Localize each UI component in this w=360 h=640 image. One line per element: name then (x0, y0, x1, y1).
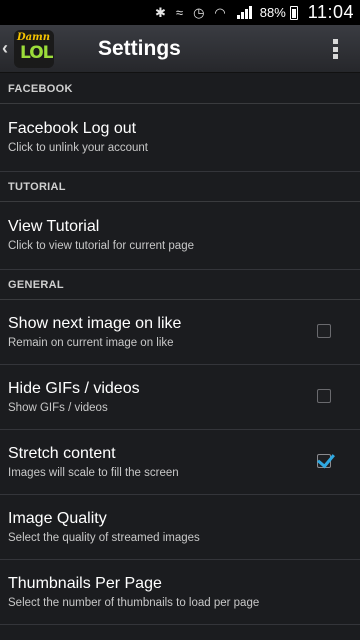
wifi-icon: ◠ (214, 4, 226, 20)
pref-summary: Select the quality of streamed images (8, 532, 200, 544)
overflow-menu-icon[interactable] (333, 39, 338, 59)
pref-summary: Select the number of thumbnails to load … (8, 597, 260, 609)
pref-summary: Images will scale to fill the screen (8, 467, 179, 479)
section-header-tutorial: TUTORIAL (0, 172, 360, 202)
back-caret-icon[interactable]: ‹ (2, 38, 14, 59)
section-header-facebook: FACEBOOK (0, 74, 360, 104)
logo-text-bottom: LOL (20, 42, 54, 63)
pref-view-tutorial[interactable]: View Tutorial Click to view tutorial for… (0, 202, 360, 270)
battery-icon (289, 5, 298, 20)
pref-title: Facebook Log out (8, 120, 137, 137)
pref-summary: Click to view tutorial for current page (8, 240, 194, 252)
pref-title: Hide GIFs / videos (8, 380, 140, 397)
signal-icon (236, 6, 252, 19)
clock: 11:04 (307, 2, 354, 22)
pref-hide-gifs[interactable]: Hide GIFs / videos Show GIFs / videos (0, 365, 360, 430)
bluetooth-icon: ✱ (155, 4, 166, 20)
battery-percentage: 88% (259, 5, 286, 20)
pref-thumbnails-per-page[interactable]: Thumbnails Per Page Select the number of… (0, 560, 360, 625)
settings-list: FACEBOOK Facebook Log out Click to unlin… (0, 74, 360, 625)
alarm-icon: ◷ (193, 4, 205, 20)
status-bar: ✱ ≈ ◷ ◠ 88% 11:04 (0, 0, 360, 25)
pref-summary: Show GIFs / videos (8, 402, 108, 414)
pref-show-next-image[interactable]: Show next image on like Remain on curren… (0, 300, 360, 365)
pref-title: Image Quality (8, 510, 107, 527)
pref-stretch-content[interactable]: Stretch content Images will scale to fil… (0, 430, 360, 495)
pref-title: View Tutorial (8, 218, 100, 235)
logo-text-top: Damn (17, 31, 51, 43)
app-logo[interactable]: Damn LOL (14, 29, 54, 68)
checkbox[interactable] (317, 449, 335, 469)
pref-title: Stretch content (8, 445, 116, 462)
page-title: Settings (98, 36, 181, 60)
pref-summary: Click to unlink your account (8, 142, 148, 154)
checkbox[interactable] (317, 389, 331, 403)
section-header-general: GENERAL (0, 270, 360, 300)
pref-facebook-logout[interactable]: Facebook Log out Click to unlink your ac… (0, 104, 360, 172)
pref-summary: Remain on current image on like (8, 337, 174, 349)
pref-title: Show next image on like (8, 315, 182, 332)
checkbox[interactable] (317, 324, 331, 338)
action-bar: ‹ Damn LOL Settings (0, 25, 360, 73)
vibrate-icon: ≈ (175, 5, 184, 20)
pref-title: Thumbnails Per Page (8, 575, 162, 592)
pref-image-quality[interactable]: Image Quality Select the quality of stre… (0, 495, 360, 560)
